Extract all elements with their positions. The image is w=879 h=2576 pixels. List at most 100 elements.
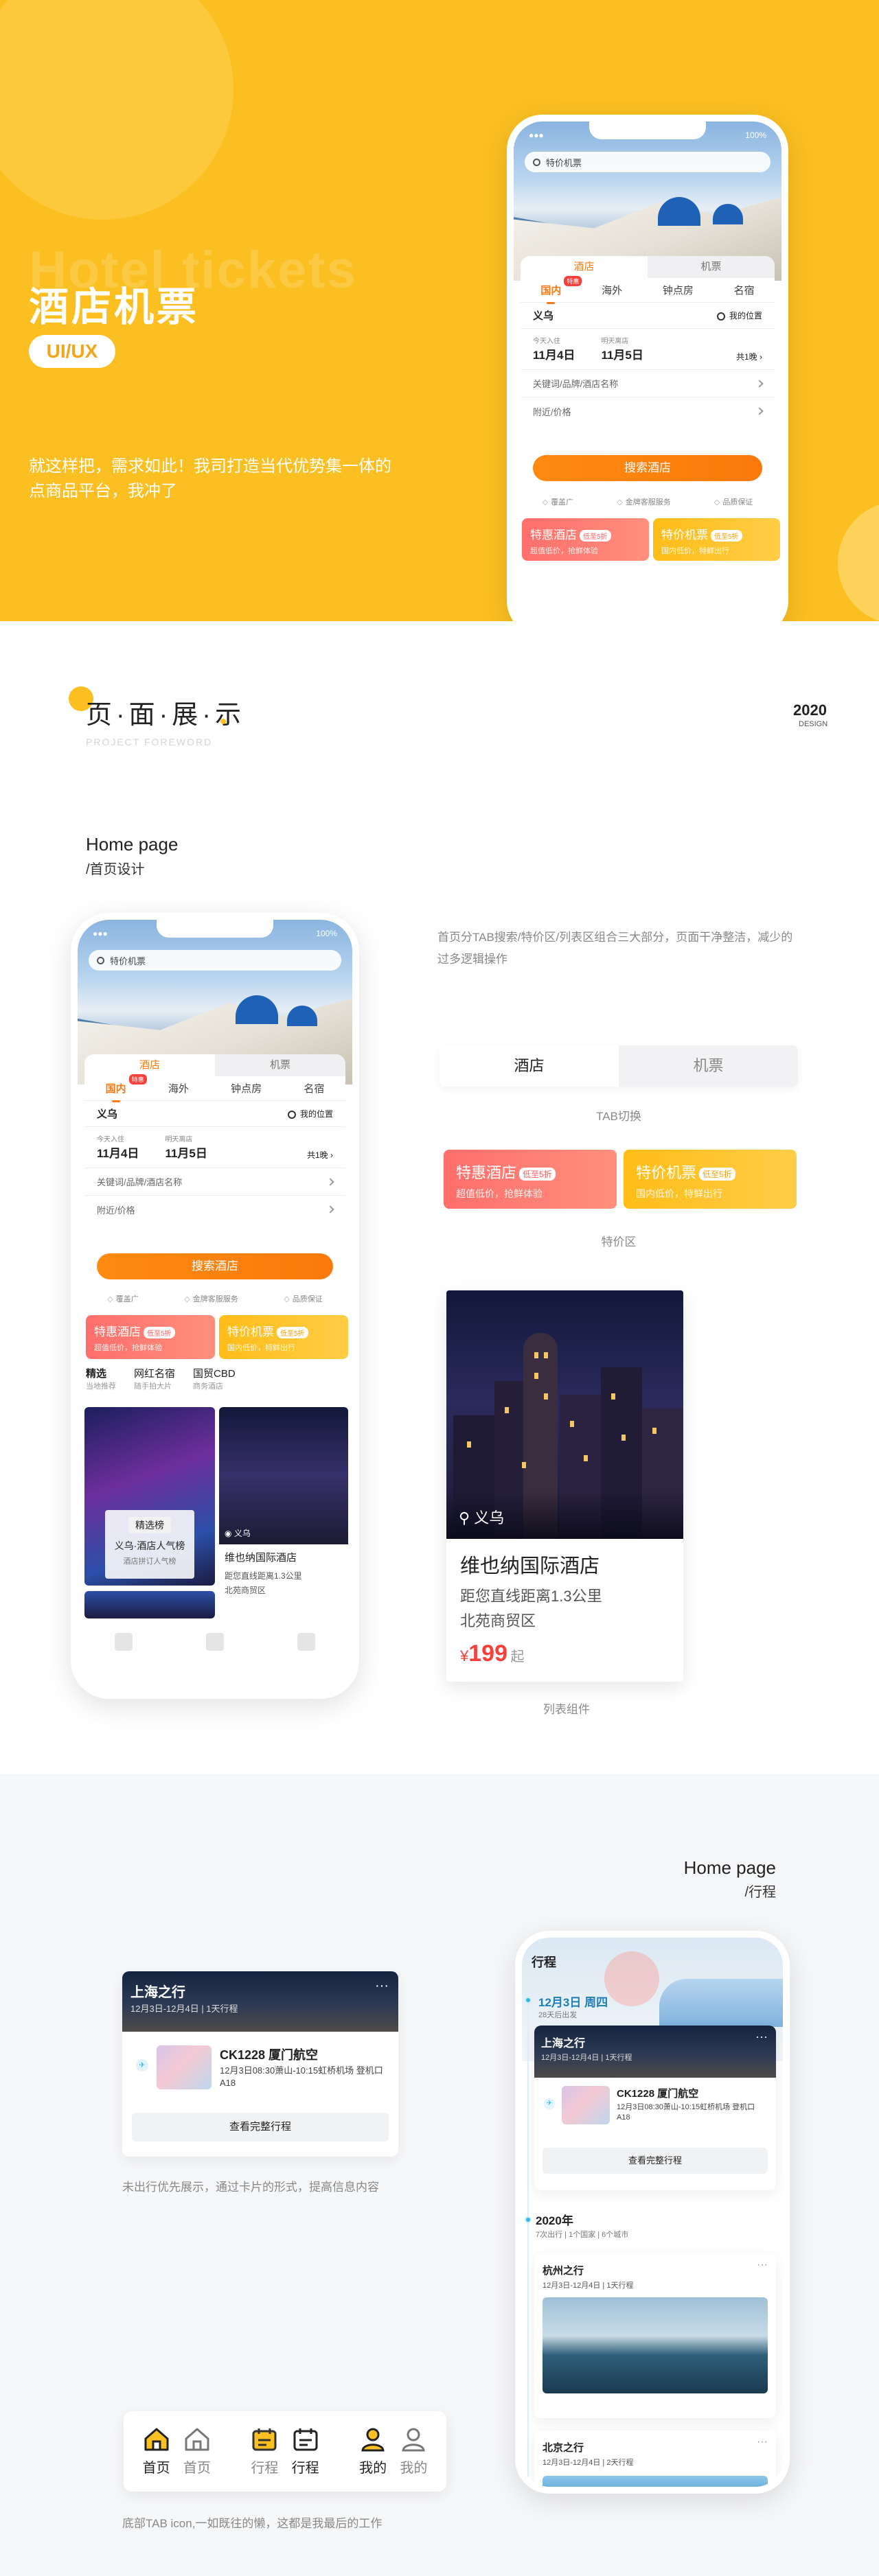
- more-icon[interactable]: ···: [375, 1978, 389, 1994]
- bj-dates: 12月3日-12月4日 | 2天行程: [543, 2459, 634, 2467]
- price-currency: ¥: [460, 1647, 469, 1664]
- checkout-label: 明天离店: [601, 338, 629, 345]
- list-tab-featured[interactable]: 精选 当地推荐: [86, 1366, 116, 1400]
- hotel-location-text: 义乌: [474, 1509, 505, 1527]
- search-input[interactable]: 特价机票: [525, 152, 770, 172]
- trip-beijing-card[interactable]: 北京之行 12月3日-12月4日 | 2天行程 ···: [534, 2430, 776, 2487]
- promo-flight[interactable]: 特价机票 低至5折 国内低价，特鲜出行: [624, 1150, 797, 1209]
- date-row[interactable]: 今天入住 11月4日 明天离店 11月5日 共1晚 ›: [521, 329, 775, 370]
- rank-card[interactable]: 精选榜 义乌·酒店人气榜 酒店拼订人气榜: [84, 1407, 215, 1586]
- mini-hotel-area: 北苑商贸区: [225, 1586, 266, 1595]
- mini-hotel-card[interactable]: ◉ 义乌 维也纳国际酒店 距您直线距离1.3公里 北苑商贸区: [219, 1407, 348, 1606]
- chevron-right-icon: [326, 1205, 334, 1214]
- tab-hotel[interactable]: 酒店: [84, 1054, 215, 1076]
- more-icon[interactable]: ···: [757, 2436, 768, 2448]
- tab-mine-inactive[interactable]: 我的: [400, 2426, 427, 2476]
- tab-trip-inactive[interactable]: 行程: [251, 2426, 278, 2476]
- checkout-label: 明天离店: [165, 1136, 193, 1144]
- promo-flight[interactable]: 特价机票 低至5折 国内低价，特鲜出行: [219, 1315, 348, 1359]
- hangzhou-lake-image: [543, 2297, 768, 2393]
- battery-text: 100%: [745, 130, 766, 140]
- city-row[interactable]: 义乌 我的位置: [521, 303, 775, 329]
- nearby-price-row[interactable]: 附近/价格: [521, 397, 775, 425]
- tab-home-icon[interactable]: [114, 1633, 133, 1651]
- search-hotel-button[interactable]: 搜索酒店: [533, 455, 762, 481]
- tab-hotel[interactable]: 酒店: [440, 1045, 619, 1087]
- tab-trip-active[interactable]: 行程: [292, 2426, 319, 2476]
- subtab-hourly[interactable]: 钟点房: [231, 1081, 262, 1095]
- my-location-button[interactable]: 我的位置: [287, 1108, 333, 1119]
- hotel-area: 北苑商贸区: [460, 1612, 536, 1629]
- search-icon: [533, 158, 540, 166]
- keyword-input[interactable]: 关键词/品牌/酒店名称: [84, 1168, 345, 1196]
- chevron-right-icon: [755, 379, 764, 388]
- list-tab-sub: 随手拍大片: [134, 1382, 172, 1391]
- promo-hotel-sub: 超值低价，抢鲜体验: [456, 1188, 543, 1199]
- booking-tabs: 酒店 机票: [521, 256, 775, 278]
- more-icon[interactable]: ···: [757, 2259, 768, 2271]
- checkin-date: 11月4日: [97, 1147, 139, 1160]
- subtab-domestic[interactable]: 国内 特惠: [106, 1074, 147, 1102]
- hotel-location: ⚲ 义乌: [459, 1506, 504, 1528]
- promo-flight-sub: 国内低价，特鲜出行: [661, 547, 729, 555]
- subtab-homestay[interactable]: 名宿: [734, 283, 755, 297]
- search-hotel-button[interactable]: 搜索酒店: [97, 1253, 333, 1279]
- keyword-input[interactable]: 关键词/品牌/酒店名称: [521, 370, 775, 397]
- tab-hotel[interactable]: 酒店: [521, 256, 648, 278]
- flight-icon: ✈: [136, 2059, 148, 2072]
- tab-home-active[interactable]: 首页: [143, 2426, 170, 2476]
- trip-phone-mockup: 行程 12月3日 周四 28天后出发 上海之行 12月3日-12月4日 | 1天…: [515, 1931, 790, 2494]
- tab-caption: TAB切换: [596, 1110, 641, 1123]
- trip-card[interactable]: 上海之行 12月3日-12月4日 | 1天行程 ··· ✈ CK1228 厦门航…: [122, 1971, 398, 2157]
- home-page-subtitle: /首页设计: [86, 862, 145, 877]
- tabbar-icons-demo: 首页 首页 行程 行程 我的 我的: [124, 2411, 446, 2492]
- nearby-price-row[interactable]: 附近/价格: [84, 1196, 345, 1223]
- search-input[interactable]: 特价机票: [89, 950, 341, 971]
- tab-flight[interactable]: 机票: [648, 256, 775, 278]
- tab-flight[interactable]: 机票: [215, 1054, 345, 1076]
- hero-tag: UI/UX: [29, 335, 115, 368]
- promo-flight[interactable]: 特价机票 低至5折 国内低价，特鲜出行: [653, 518, 780, 561]
- more-icon[interactable]: ···: [755, 2030, 768, 2044]
- trip-hangzhou-card[interactable]: 杭州之行 12月3日-12月4日 | 1天行程 ···: [534, 2253, 776, 2418]
- tab-trip-label: 行程: [291, 2461, 319, 2476]
- tab-home-label: 首页: [142, 2461, 170, 2476]
- promo-hotel[interactable]: 特惠酒店 低至5折 超值低价，抢鲜体验: [444, 1150, 617, 1209]
- view-full-trip-button[interactable]: 查看完整行程: [132, 2113, 389, 2142]
- promo-hotel[interactable]: 特惠酒店 低至5折 超值低价，抢鲜体验: [522, 518, 649, 561]
- tab-mine-icon[interactable]: [297, 1633, 316, 1651]
- subtab-homestay[interactable]: 名宿: [304, 1081, 324, 1095]
- subtab-hourly[interactable]: 钟点房: [663, 283, 694, 297]
- trip-card[interactable]: 上海之行 12月3日-12月4日 | 1天行程 ··· ✈ CK1228 厦门航…: [534, 2026, 776, 2190]
- my-location-button[interactable]: 我的位置: [716, 310, 762, 321]
- view-full-trip-button[interactable]: 查看完整行程: [543, 2148, 768, 2174]
- promo-hotel[interactable]: 特惠酒店 低至5折 超值低价，抢鲜体验: [86, 1315, 215, 1359]
- date-heading: 12月3日 周四: [538, 1996, 608, 2009]
- price-suffix: 起: [510, 1649, 525, 1664]
- hotel-name: 维也纳国际酒店: [460, 1555, 600, 1577]
- subtab-domestic[interactable]: 国内 特惠: [540, 276, 582, 304]
- subtab-overseas[interactable]: 海外: [168, 1081, 189, 1095]
- promo-hotel-title-row: 特惠酒店 低至5折: [94, 1322, 207, 1339]
- mini-hotel-name: 维也纳国际酒店: [225, 1552, 297, 1564]
- subtab-overseas[interactable]: 海外: [602, 283, 622, 297]
- home-icon: [185, 2428, 209, 2451]
- hero-description: 就这样把，需求如此！我司打造当代优势集一体的点商品平台，我冲了: [29, 457, 391, 500]
- calendar-icon-active: [293, 2428, 318, 2451]
- home-phone-mockup: ●●● 100% 特价机票 酒店 机票 国内 特惠 海外 钟点房 名宿 义乌 我的位…: [71, 913, 359, 1699]
- tab-flight[interactable]: 机票: [619, 1045, 798, 1087]
- feature-strip: 覆盖广 金牌客服服务 品质保证: [84, 1289, 345, 1308]
- feature-coverage: 覆盖广: [107, 1293, 139, 1304]
- trip-card-dates: 12月3日-12月4日 | 1天行程: [130, 2004, 238, 2014]
- list-tab-homestay[interactable]: 网红名宿 随手拍大片: [134, 1366, 175, 1400]
- nearby-label: 附近/价格: [533, 406, 571, 417]
- city-row[interactable]: 义乌 我的位置: [84, 1101, 345, 1127]
- hero-title: 酒店机票: [29, 285, 200, 329]
- promo-hotel-title: 特惠酒店: [530, 529, 577, 542]
- hotel-list-card[interactable]: ⚲ 义乌 维也纳国际酒店 距您直线距离1.3公里 北苑商贸区 ¥199 起: [446, 1290, 683, 1682]
- tab-home-inactive[interactable]: 首页: [183, 2426, 211, 2476]
- list-tab-cbd[interactable]: 国贸CBD 商务酒店: [193, 1366, 236, 1400]
- date-row[interactable]: 今天入住 11月4日 明天离店 11月5日 共1晚 ›: [84, 1127, 345, 1168]
- tab-trip-icon[interactable]: [205, 1633, 224, 1651]
- tab-mine-active[interactable]: 我的: [359, 2426, 387, 2476]
